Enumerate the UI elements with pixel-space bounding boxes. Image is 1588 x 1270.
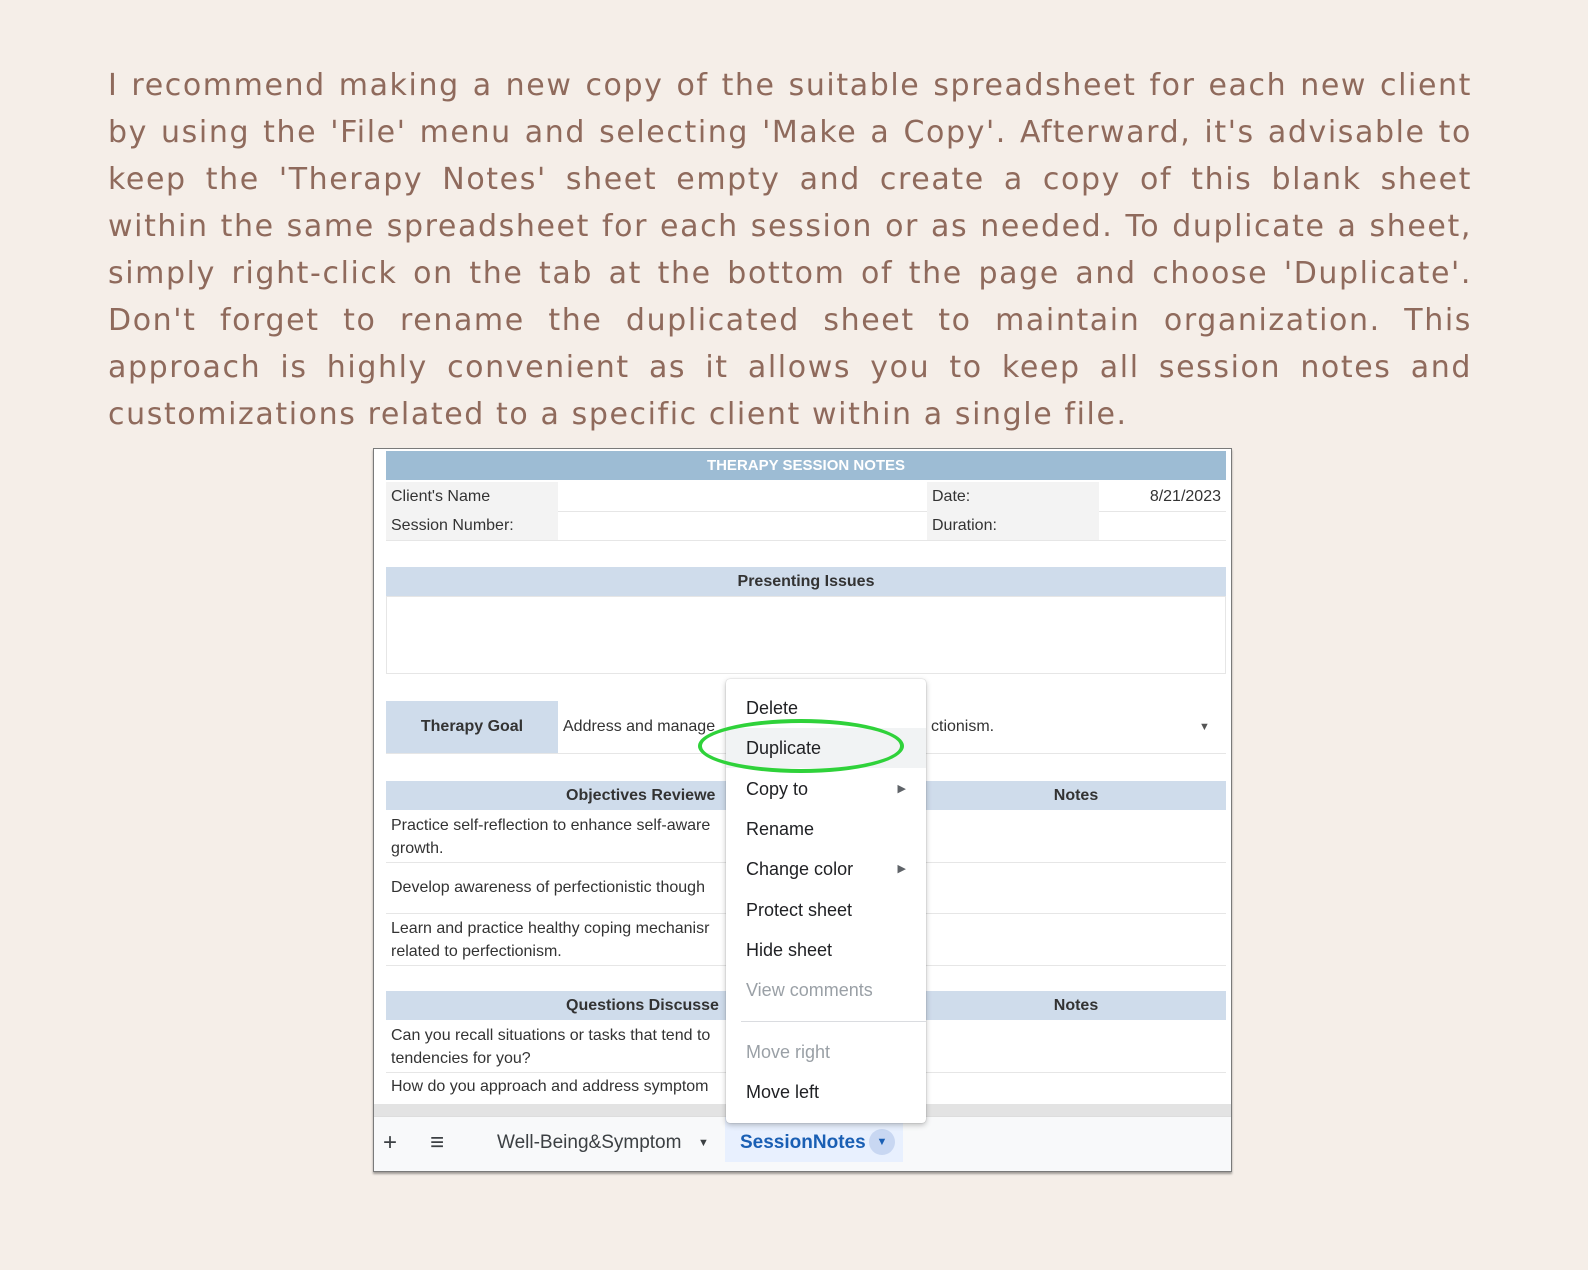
menu-item-copy-to[interactable]: Copy to ▶ [726, 769, 926, 809]
menu-item-change-color[interactable]: Change color ▶ [726, 849, 926, 889]
chevron-down-icon[interactable]: ▼ [698, 1137, 709, 1149]
objective-row[interactable]: Learn and practice healthy coping mechan… [386, 913, 731, 965]
sheet-tab-bar: + ≡ Well-Being&Symptom ▼ SessionNotes ▼ [374, 1116, 1231, 1171]
session-number-label: Session Number: [386, 511, 558, 540]
presenting-issues-header: Presenting Issues [386, 567, 1226, 596]
objective-row[interactable]: Develop awareness of perfectionistic tho… [386, 862, 731, 913]
chevron-down-icon[interactable]: ▼ [1194, 701, 1226, 753]
sheet-tab-session-notes[interactable]: SessionNotes ▼ [725, 1117, 903, 1162]
sheet-tab-well-being[interactable]: Well-Being&Symptom ▼ [480, 1117, 720, 1171]
date-label: Date: [927, 482, 1099, 511]
menu-item-rename[interactable]: Rename [726, 809, 926, 849]
spreadsheet-screenshot: THERAPY SESSION NOTES Client's Name Date… [373, 448, 1232, 1172]
question-row[interactable]: How do you approach and address symptom [386, 1072, 731, 1106]
menu-item-view-comments: View comments [746, 980, 873, 1000]
submenu-arrow-icon: ▶ [897, 783, 906, 795]
client-name-label: Client's Name [386, 482, 558, 511]
add-sheet-icon[interactable]: + [383, 1129, 397, 1157]
menu-item-protect-sheet[interactable]: Protect sheet [726, 890, 926, 930]
menu-item-move-right: Move right [746, 1042, 831, 1062]
therapy-goal-value-end: ctionism. [931, 718, 995, 735]
all-sheets-menu-icon[interactable]: ≡ [430, 1129, 444, 1157]
menu-divider [741, 1021, 926, 1022]
submenu-arrow-icon: ▶ [897, 863, 906, 875]
menu-item-move-left[interactable]: Move left [726, 1072, 926, 1112]
instruction-paragraph: I recommend making a new copy of the sui… [108, 68, 1472, 432]
menu-item-label: Change color [746, 859, 854, 879]
presenting-issues-cell[interactable] [386, 596, 1226, 674]
therapy-goal-label: Therapy Goal [386, 701, 558, 753]
question-row[interactable]: Can you recall situations or tasks that … [386, 1020, 731, 1072]
duplicate-highlight-circle [698, 719, 904, 773]
duration-label: Duration: [927, 511, 1099, 540]
sheet-title: THERAPY SESSION NOTES [386, 451, 1226, 480]
tab-label: Well-Being&Symptom [497, 1132, 682, 1153]
menu-item-label: Copy to [746, 779, 809, 799]
tab-label: SessionNotes [740, 1132, 866, 1153]
objective-row[interactable]: Practice self-reflection to enhance self… [386, 810, 731, 862]
chevron-down-icon[interactable]: ▼ [869, 1129, 895, 1155]
questions-notes-header: Notes [926, 991, 1226, 1020]
objectives-notes-header: Notes [926, 781, 1226, 810]
date-value[interactable]: 8/21/2023 [1099, 482, 1226, 511]
menu-item-hide-sheet[interactable]: Hide sheet [726, 930, 926, 970]
